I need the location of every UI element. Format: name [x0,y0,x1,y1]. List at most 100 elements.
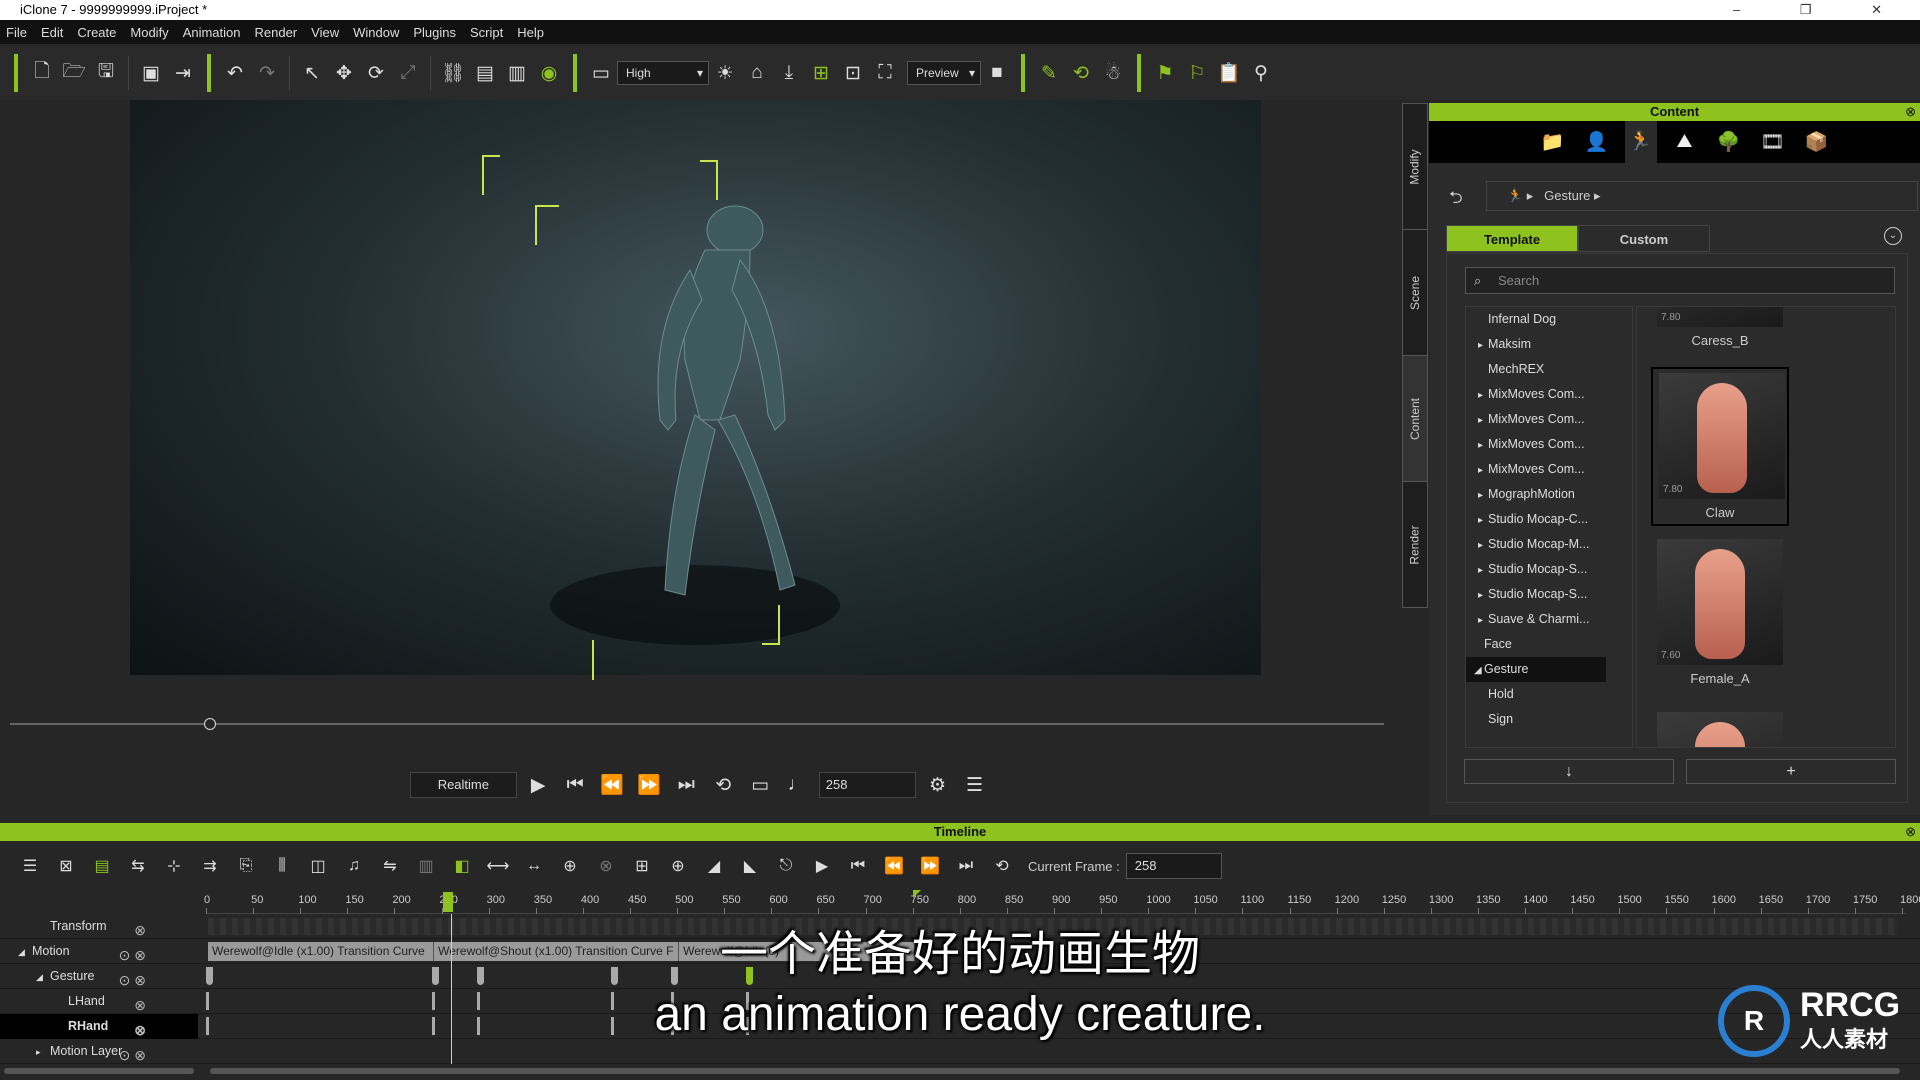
3d-viewport[interactable] [130,100,1261,680]
realtime-button[interactable]: Realtime [410,772,517,798]
next-frame-icon[interactable]: ⏩ [634,771,665,799]
track-buttons[interactable]: ⊙ ⊗ [119,1043,146,1068]
layout-icon[interactable]: ▭ [585,59,617,87]
menu-create[interactable]: Create [77,25,116,40]
tree-item[interactable]: ▸ MixMoves Com... [1466,432,1632,457]
options-chevron-icon[interactable]: ⌄ [1884,227,1902,245]
menu-plugins[interactable]: Plugins [413,25,456,40]
menu-file[interactable]: File [6,25,27,40]
tree-arrow-icon[interactable]: ▸ [1478,508,1488,533]
go-end-icon[interactable]: ⏭ [671,771,702,799]
tree-item[interactable]: ▸ MographMotion [1466,482,1632,507]
side-tab-render[interactable]: Render [1403,482,1427,608]
mocap-icon[interactable]: ⚑ [1149,59,1181,87]
tree-arrow-icon[interactable]: ▸ [1478,333,1488,358]
sound-icon[interactable]: ♫ [336,852,372,880]
export-icon[interactable]: ⇥ [167,59,199,87]
go-start-icon[interactable]: ⏮ [560,771,591,799]
tab-custom[interactable]: Custom [1578,225,1710,252]
tree-item[interactable]: ▸ Maksim [1466,332,1632,357]
play-icon[interactable]: ▶ [523,771,554,799]
tree-arrow-icon[interactable]: ▸ [1478,383,1488,408]
stretch-icon[interactable]: ↔ [516,852,552,880]
breadcrumb-item[interactable]: Gesture [1544,188,1590,203]
menu-view[interactable]: View [311,25,339,40]
track-list-icon[interactable]: ☰ [12,852,48,880]
timeline-ruler[interactable]: 0501001502002503003504004505005506006507… [204,890,1920,914]
tree-item[interactable]: ◢ Gesture [1466,657,1606,682]
list-icon[interactable]: ☰ [959,771,990,799]
range-icon[interactable]: ◫ [300,852,336,880]
trim-end-icon[interactable]: ◣ [732,852,768,880]
tree-item[interactable]: ▸ MixMoves Com... [1466,407,1632,432]
breadcrumb[interactable]: 🏃 ▸ Gesture ▸ [1486,181,1918,211]
insert-key-icon[interactable]: ⊹ [156,852,192,880]
settings-icon[interactable]: ⚙ [922,771,953,799]
current-frame-input[interactable]: 258 [1125,853,1222,879]
side-tab-modify[interactable]: Modify [1403,104,1427,230]
close-icon[interactable]: ⊗ [1905,823,1916,841]
scrub-slider-handle[interactable] [204,718,216,730]
tree-item[interactable]: ▸ Studio Mocap-S... [1466,557,1632,582]
camera-fit-icon[interactable]: ⊡ [837,59,869,87]
select-icon[interactable]: ↖ [296,59,328,87]
collect-clip-icon[interactable]: ⊠ [48,852,84,880]
frame-icon[interactable]: ⛶ [869,59,901,87]
loop-icon[interactable]: ⟲ [708,771,739,799]
export-clip-icon[interactable]: ⎋ [768,852,804,880]
undo-icon[interactable]: ↶ [219,59,251,87]
content-item[interactable]: 7.60 Female_A [1651,539,1789,686]
tree-arrow-icon[interactable]: ▸ [1478,458,1488,483]
frame-input[interactable]: 258 [818,772,916,798]
close-icon[interactable]: ⊗ [1905,103,1916,121]
add-track-icon[interactable]: ⊕ [552,852,588,880]
side-tab-scene[interactable]: Scene [1403,230,1427,356]
rotate-icon[interactable]: ⟳ [360,59,392,87]
align-icon[interactable]: ▤ [469,59,501,87]
tab-template[interactable]: Template [1446,225,1578,252]
redo-icon[interactable]: ↷ [251,59,283,87]
tree-item[interactable]: Sign [1466,707,1632,732]
tree-arrow-icon[interactable]: ◢ [1474,658,1484,683]
clipboard-icon[interactable]: 📋 [1213,59,1245,87]
music-icon[interactable]: ♩ [782,771,813,799]
menu-help[interactable]: Help [517,25,544,40]
menu-window[interactable]: Window [353,25,399,40]
quality-dropdown[interactable]: High [617,61,709,85]
tree-arrow-icon[interactable]: ▸ [1478,533,1488,558]
camera-icon[interactable]: ■ [981,59,1013,87]
align-right-icon[interactable]: ▥ [501,59,533,87]
tree-item[interactable]: Hold [1466,682,1632,707]
grid-icon[interactable]: ⊞ [805,59,837,87]
prev-frame-icon[interactable]: ⏪ [597,771,628,799]
split-icon[interactable]: ⫼ [264,852,300,880]
tree-item[interactable]: MechREX [1466,357,1632,382]
motion-puppet-icon[interactable]: ✎ [1033,59,1065,87]
folder-icon[interactable]: 📁 [1537,130,1569,154]
tree-item[interactable]: ▸ MixMoves Com... [1466,382,1632,407]
add-icon[interactable]: + [1686,759,1896,784]
home-icon[interactable]: ⌂ [741,59,773,87]
media-icon[interactable]: 🎞 [1757,130,1789,154]
merge-icon[interactable]: ⊞ [624,852,660,880]
tree-item[interactable]: ▸ Studio Mocap-M... [1466,532,1632,557]
motion-icon[interactable]: ▥ [408,852,444,880]
fit-icon[interactable]: ⟷ [480,852,516,880]
preview-dropdown[interactable]: Preview [907,61,981,85]
tree-arrow-icon[interactable]: ▸ [1478,483,1488,508]
download-icon[interactable]: ↓ [1464,759,1674,784]
remove-track-icon[interactable]: ⊗ [588,852,624,880]
eye-icon[interactable]: ◉ [533,59,565,87]
move-icon[interactable]: ✥ [328,59,360,87]
menu-animation[interactable]: Animation [183,25,241,40]
drop-to-floor-icon[interactable]: ⤓ [773,59,805,87]
tree-arrow-icon[interactable]: ▸ [1478,608,1488,633]
props-icon[interactable]: 📦 [1801,130,1833,154]
timeline-scrollbar[interactable] [210,1068,1900,1074]
tree-arrow-icon[interactable]: ▸ [1478,433,1488,458]
search-input[interactable]: ⌕ Search [1465,267,1895,294]
tree-item[interactable]: Face [1466,632,1632,657]
transition-icon[interactable]: ⇆ [120,852,156,880]
flip-icon[interactable]: ⇋ [372,852,408,880]
actor-icon[interactable]: 👤 [1581,130,1613,154]
